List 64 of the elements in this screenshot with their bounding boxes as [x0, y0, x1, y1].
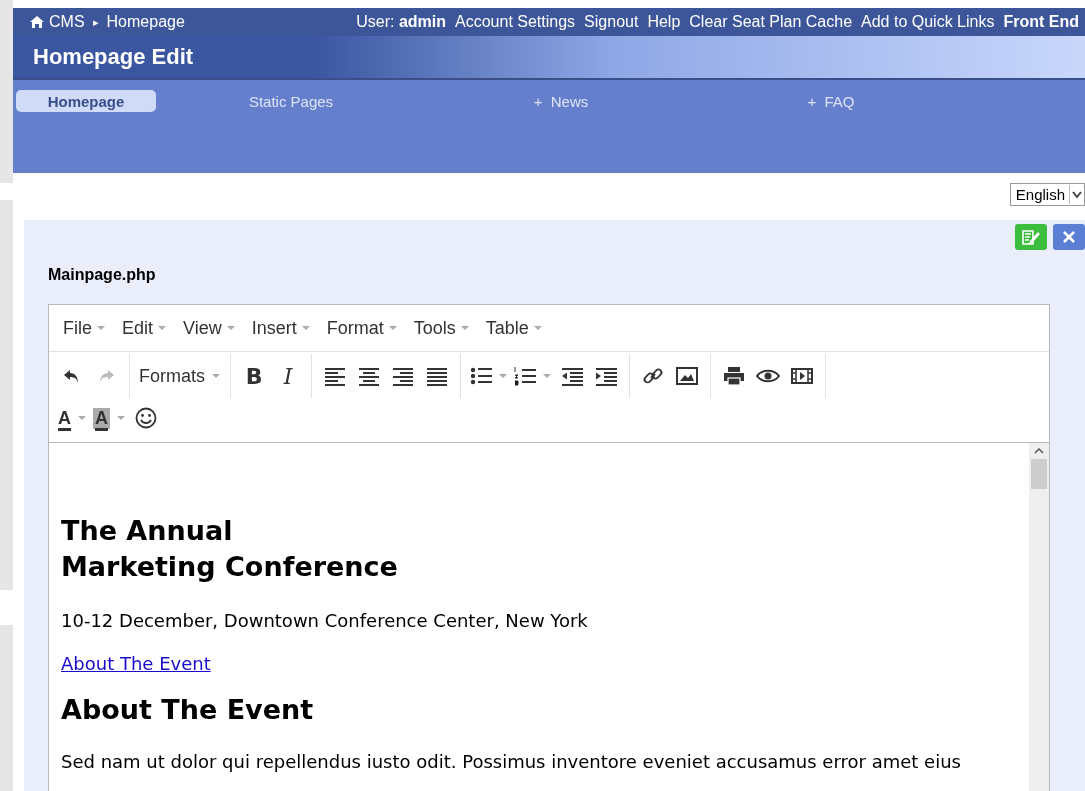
smiley-icon: [135, 407, 157, 429]
caret-icon: [96, 325, 106, 331]
header-link[interactable]: Signout: [584, 13, 639, 31]
menu-item[interactable]: Edit: [114, 317, 176, 339]
caret-icon: [498, 373, 508, 379]
page-title: Homepage Edit: [33, 44, 194, 70]
menu-item[interactable]: View: [175, 317, 244, 339]
outdent-icon: [561, 366, 583, 386]
scrollbar[interactable]: [1029, 443, 1049, 791]
align-right-icon: [392, 366, 414, 386]
scroll-up-icon: [1034, 447, 1044, 455]
header-link[interactable]: Help: [647, 13, 681, 31]
background-color-button[interactable]: A: [90, 401, 129, 435]
front-end-link[interactable]: Front End: [1003, 13, 1079, 31]
document-title: The Annual Marketing Conference: [61, 514, 399, 585]
caret-icon: [157, 325, 168, 331]
menu-item[interactable]: File: [55, 317, 114, 339]
user-label: User: admin: [356, 13, 447, 31]
film-icon: [791, 367, 813, 385]
text-color-button[interactable]: A: [55, 401, 90, 435]
close-button[interactable]: [1053, 224, 1085, 250]
align-left-icon: [324, 366, 346, 386]
menu-item[interactable]: Table: [477, 317, 551, 339]
picture-icon: [676, 366, 698, 386]
dropdown-caret-icon: [1069, 185, 1084, 204]
italic-button[interactable]: I: [271, 359, 305, 393]
menu-item[interactable]: Format: [318, 317, 406, 339]
bold-button[interactable]: B: [237, 359, 271, 393]
formats-dropdown[interactable]: Formats: [136, 359, 224, 393]
home-icon: [29, 15, 45, 29]
menu-item[interactable]: Insert: [243, 317, 319, 339]
justify-icon: [426, 366, 448, 386]
align-center-icon: [358, 366, 380, 386]
event-date-text: 10-12 December, Downtown Conference Center, New York: [61, 608, 589, 633]
header-link[interactable]: Add to Quick Links: [861, 13, 995, 31]
caret-icon: [116, 415, 126, 421]
scrollbar-thumb[interactable]: [1031, 459, 1047, 489]
eye-icon: [756, 368, 780, 384]
numbered-list-icon: [514, 366, 536, 386]
indent-icon: [595, 366, 617, 386]
printer-icon: [723, 366, 745, 386]
close-icon: [1062, 230, 1076, 244]
file-name: Mainpage.php: [48, 266, 156, 284]
body-paragraph: Sed nam ut dolor qui repellendus iusto odit. Possimus inventore eveniet accusamus error amet eius: [61, 750, 962, 775]
caret-icon: [300, 325, 311, 331]
header-link[interactable]: Clear Seat Plan Cache: [689, 13, 853, 31]
anchor-link[interactable]: About The Event: [61, 653, 211, 675]
language-select[interactable]: English: [1009, 183, 1085, 206]
nav-tab[interactable]: Homepage: [16, 90, 156, 112]
caret-icon: [225, 325, 236, 331]
caret-icon: [77, 415, 87, 421]
section-heading: About The Event: [61, 694, 315, 726]
pencil-note-icon: [1021, 228, 1041, 246]
caret-icon: [542, 373, 552, 379]
caret-icon: [211, 373, 221, 379]
breadcrumb-link[interactable]: Homepage: [106, 13, 185, 31]
bullet-list-icon: [470, 366, 492, 386]
caret-icon: [459, 325, 470, 331]
menu-item[interactable]: Tools: [405, 317, 478, 339]
header-link[interactable]: Account Settings: [455, 13, 576, 31]
caret-icon: [387, 325, 398, 331]
caret-icon: [532, 325, 543, 331]
breadcrumb-separator: ▸: [92, 15, 99, 29]
breadcrumb-link[interactable]: CMS: [49, 13, 85, 31]
